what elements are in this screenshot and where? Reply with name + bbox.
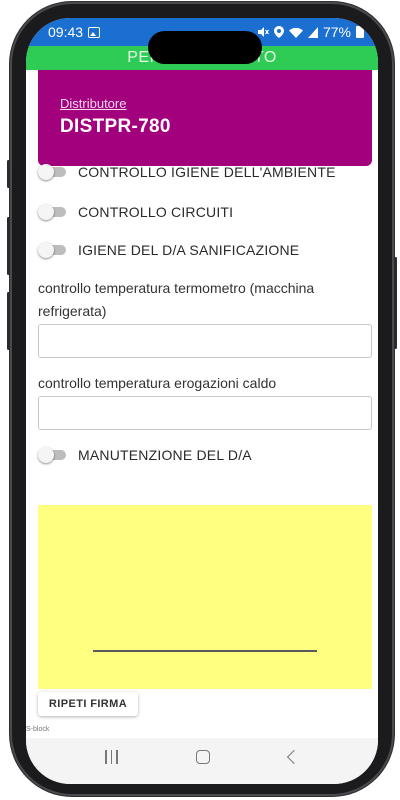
repeat-signature-button[interactable]: RIPETI FIRMA xyxy=(38,692,138,716)
field-label-erogazioni-caldo: controllo temperatura erogazioni caldo xyxy=(38,375,277,391)
volume-down-button xyxy=(7,292,10,350)
phone-screen: 09:43 77% PERSONALIZZATO Distributore xyxy=(26,18,378,784)
signature-line xyxy=(93,650,317,652)
wifi-icon xyxy=(288,27,303,38)
recent-apps-icon[interactable] xyxy=(105,750,118,764)
toggle-row-sanificazione[interactable]: IGIENE DEL D/A SANIFICAZIONE xyxy=(38,242,299,258)
dynamic-island xyxy=(148,31,262,64)
location-icon xyxy=(273,26,284,38)
image-icon xyxy=(88,26,101,38)
nav-bar xyxy=(26,738,378,784)
toggle-row-igiene-ambiente[interactable]: CONTROLLO IGIENE DELL'AMBIENTE xyxy=(38,164,336,180)
toggle-row-circuiti[interactable]: CONTROLLO CIRCUITI xyxy=(38,204,233,220)
toggle-switch[interactable] xyxy=(38,204,68,220)
toggle-switch[interactable] xyxy=(38,164,68,180)
back-icon[interactable] xyxy=(286,749,301,765)
signature-pad[interactable] xyxy=(38,505,372,689)
erogazioni-caldo-input[interactable] xyxy=(38,396,372,430)
toggle-label: CONTROLLO CIRCUITI xyxy=(78,204,234,220)
home-icon[interactable] xyxy=(196,750,211,764)
action-button xyxy=(7,160,10,188)
battery-percent: 77% xyxy=(322,24,351,40)
toggle-row-manutenzione[interactable]: MANUTENZIONE DEL D/A xyxy=(38,447,252,463)
termometro-input[interactable] xyxy=(38,324,372,358)
volume-up-button xyxy=(7,217,10,275)
toggle-label: IGIENE DEL D/A SANIFICAZIONE xyxy=(78,242,300,258)
power-button xyxy=(394,257,397,349)
footer-text: S-block xyxy=(26,726,50,733)
toggle-label: MANUTENZIONE DEL D/A xyxy=(78,447,252,463)
toggle-switch[interactable] xyxy=(38,447,68,463)
signal-icon xyxy=(307,26,318,38)
mute-icon xyxy=(257,27,269,37)
toggle-switch[interactable] xyxy=(38,242,68,258)
distributor-card: Distributore DISTPR-780 xyxy=(38,70,372,166)
field-label-termometro: controllo temperatura termometro (macchi… xyxy=(38,280,315,319)
battery-icon xyxy=(356,26,364,38)
distributor-value: DISTPR-780 xyxy=(60,116,171,137)
toggle-label: CONTROLLO IGIENE DELL'AMBIENTE xyxy=(78,164,336,180)
status-time: 09:43 xyxy=(48,24,84,40)
distributor-label[interactable]: Distributore xyxy=(60,96,372,111)
